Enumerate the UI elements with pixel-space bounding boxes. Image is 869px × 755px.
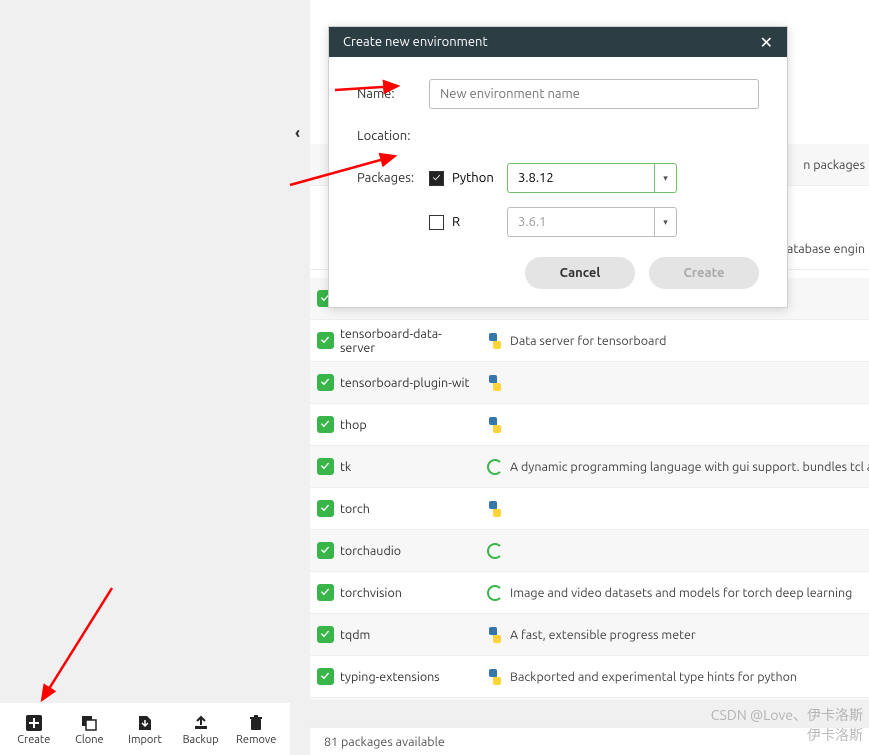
create-icon [25,712,43,734]
create-env-button[interactable]: Create [10,712,58,746]
r-version-value: 3.6.1 [508,215,654,229]
package-row[interactable]: ✓ tensorboard-plugin-wit [310,362,869,404]
installed-checkbox-icon[interactable]: ✓ [317,500,334,517]
installed-checkbox-icon[interactable]: ✓ [317,332,334,349]
cancel-button[interactable]: Cancel [525,257,635,289]
package-desc: latabase engin [784,242,869,256]
python-icon [487,501,503,517]
loading-icon [487,585,503,601]
packages-label: Packages: [357,171,429,185]
package-name: torchvision [340,586,480,600]
installed-checkbox-icon[interactable]: ✓ [317,416,334,433]
python-icon [487,333,503,349]
clone-env-button[interactable]: Clone [66,712,114,746]
package-name: tqdm [340,628,480,642]
remove-label: Remove [236,734,276,746]
status-text: 81 packages available [324,735,445,749]
clone-icon [80,712,98,734]
name-label: Name: [357,87,429,101]
loading-icon [487,459,503,475]
python-checkbox[interactable]: ✓ Python [429,171,507,186]
package-name: torchaudio [340,544,480,558]
package-row[interactable]: ✓ torchvision Image and video datasets and… [310,572,869,614]
python-version-select[interactable]: 3.8.12 ▾ [507,163,677,193]
package-desc: Backported and experimental type hints f… [510,670,869,684]
package-desc: Image and video datasets and models for … [510,586,869,600]
package-row[interactable]: ✓ tensorboard-data-server Data server for … [310,320,869,362]
installed-checkbox-icon[interactable]: ✓ [317,542,334,559]
python-label: Python [452,171,494,185]
import-icon [136,712,154,734]
package-name: tk [340,460,480,474]
env-name-input[interactable] [429,79,759,109]
package-desc: A fast, extensible progress meter [510,628,869,642]
r-version-select[interactable]: 3.6.1 ▾ [507,207,677,237]
checkbox-checked-icon: ✓ [429,171,444,186]
r-checkbox[interactable]: R [429,215,507,230]
status-bar: 81 packages available [310,727,869,755]
collapse-sidebar-button[interactable]: ‹ [295,124,309,144]
remove-icon [247,712,265,734]
package-row[interactable]: ✓typing_extensionsBackported and experim… [310,698,869,700]
close-icon[interactable]: ✕ [760,33,773,52]
python-version-value: 3.8.12 [508,171,654,185]
import-env-button[interactable]: Import [121,712,169,746]
create-label: Create [17,734,50,746]
python-icon [487,417,503,433]
python-icon [487,669,503,685]
location-label: Location: [357,129,429,143]
watermark: CSDN @Love、伊卡洛斯 [711,705,863,725]
package-name: thop [340,418,480,432]
package-desc: A dynamic programming language with gui … [510,460,869,474]
checkbox-unchecked-icon [429,215,444,230]
chevron-down-icon: ▾ [654,164,676,192]
package-desc: n packages [803,158,869,172]
package-row[interactable]: ✓ tk A dynamic programming language with g… [310,446,869,488]
package-row[interactable]: ✓ typing-extensions Backported and experim… [310,656,869,698]
left-sidebar: Create Clone Import Backup Remove [0,0,290,755]
r-label: R [452,215,460,229]
package-name: typing-extensions [340,670,480,684]
remove-env-button[interactable]: Remove [232,712,280,746]
installed-checkbox-icon[interactable]: ✓ [317,626,334,643]
package-name: torch [340,502,480,516]
backup-label: Backup [183,734,219,746]
package-row[interactable]: ✓ torchaudio [310,530,869,572]
watermark: 伊卡洛斯 [807,725,863,745]
package-row[interactable]: ✓ tqdm A fast, extensible progress meter [310,614,869,656]
package-row[interactable]: ✓ torch [310,488,869,530]
modal-title: Create new environment [343,35,488,49]
chevron-down-icon: ▾ [654,208,676,236]
backup-icon [192,712,210,734]
installed-checkbox-icon[interactable]: ✓ [317,458,334,475]
package-row[interactable]: ✓ thop [310,404,869,446]
package-name: tensorboard-data-server [340,327,480,355]
import-label: Import [128,734,162,746]
env-toolbar: Create Clone Import Backup Remove [0,703,290,755]
loading-icon [487,543,503,559]
installed-checkbox-icon[interactable]: ✓ [317,374,334,391]
modal-header: Create new environment ✕ [329,27,787,57]
create-button[interactable]: Create [649,257,759,289]
installed-checkbox-icon[interactable]: ✓ [317,584,334,601]
clone-label: Clone [75,734,103,746]
backup-env-button[interactable]: Backup [177,712,225,746]
python-icon [487,375,503,391]
package-name: tensorboard-plugin-wit [340,376,480,390]
create-env-modal: Create new environment ✕ Name: Location:… [328,26,788,308]
installed-checkbox-icon[interactable]: ✓ [317,668,334,685]
python-icon [487,627,503,643]
package-desc: Data server for tensorboard [510,334,869,348]
